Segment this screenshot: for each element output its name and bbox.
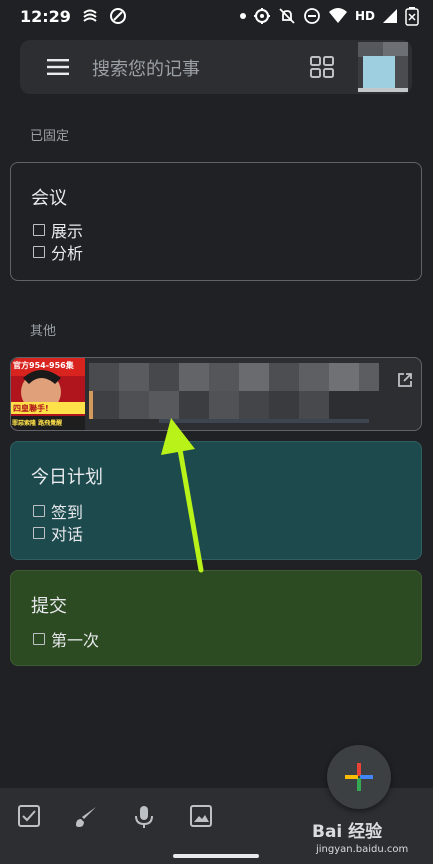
baidu-jingyan-watermark: Bai 经验 jingyan.baidu.com <box>312 817 430 861</box>
plus-icon <box>345 763 373 791</box>
brush-icon[interactable] <box>74 805 98 829</box>
checkbox-icon[interactable] <box>18 805 40 827</box>
mic-icon[interactable] <box>134 805 154 829</box>
annotation-arrow <box>161 418 204 573</box>
watermark-line2: jingyan.baidu.com <box>316 844 409 855</box>
image-icon[interactable] <box>190 805 212 827</box>
home-indicator[interactable] <box>173 854 259 858</box>
watermark-line1: Bai 经验 <box>312 822 383 842</box>
new-note-button[interactable] <box>327 745 391 809</box>
